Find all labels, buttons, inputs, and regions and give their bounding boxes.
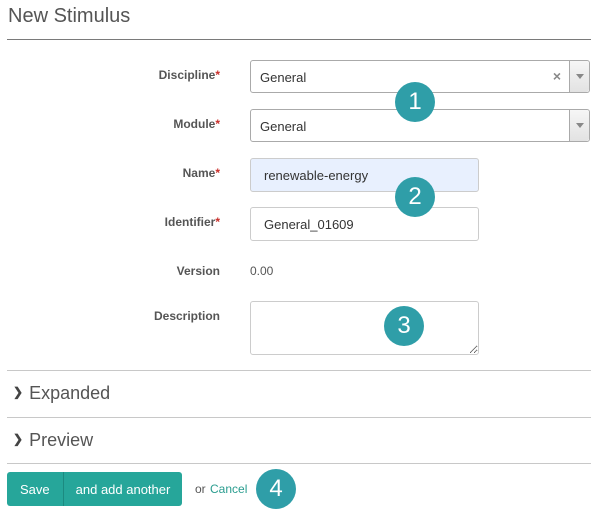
version-label: Version: [176, 264, 220, 278]
preview-section-label: Preview: [29, 430, 94, 450]
callout-badge: 2: [395, 177, 435, 217]
callout-badge: 3: [384, 306, 424, 346]
save-and-add-another-button[interactable]: and add another: [63, 472, 183, 506]
discipline-value: General: [260, 70, 307, 85]
description-textarea[interactable]: [250, 301, 479, 355]
chevron-down-icon[interactable]: [569, 110, 589, 141]
cancel-link[interactable]: Cancel: [210, 482, 247, 496]
section-divider: [7, 463, 591, 464]
section-divider: [7, 417, 591, 418]
discipline-label: Discipline*: [158, 68, 220, 82]
title-divider: [7, 39, 591, 40]
or-text: or: [195, 482, 206, 496]
expanded-section-label: Expanded: [29, 383, 111, 403]
expanded-section-toggle[interactable]: ❯ Expanded: [13, 383, 110, 404]
chevron-right-icon: ❯: [13, 432, 24, 446]
callout-badge: 4: [256, 469, 296, 509]
preview-section-toggle[interactable]: ❯ Preview: [13, 430, 93, 451]
save-button[interactable]: Save: [7, 472, 64, 506]
identifier-label: Identifier*: [164, 215, 220, 229]
page-title: New Stimulus: [8, 5, 131, 27]
module-label: Module*: [173, 117, 220, 131]
chevron-down-icon[interactable]: [569, 61, 589, 92]
description-label: Description: [153, 309, 220, 323]
name-input[interactable]: [250, 158, 479, 192]
version-value: 0.00: [250, 264, 274, 278]
callout-badge: 1: [395, 82, 435, 122]
name-label: Name*: [182, 166, 220, 180]
save-button-group: Save and add another: [7, 472, 183, 506]
chevron-right-icon: ❯: [13, 385, 24, 399]
section-divider: [7, 370, 591, 371]
module-value: General: [260, 119, 307, 134]
identifier-input[interactable]: [250, 207, 479, 241]
clear-icon[interactable]: ×: [553, 68, 561, 84]
